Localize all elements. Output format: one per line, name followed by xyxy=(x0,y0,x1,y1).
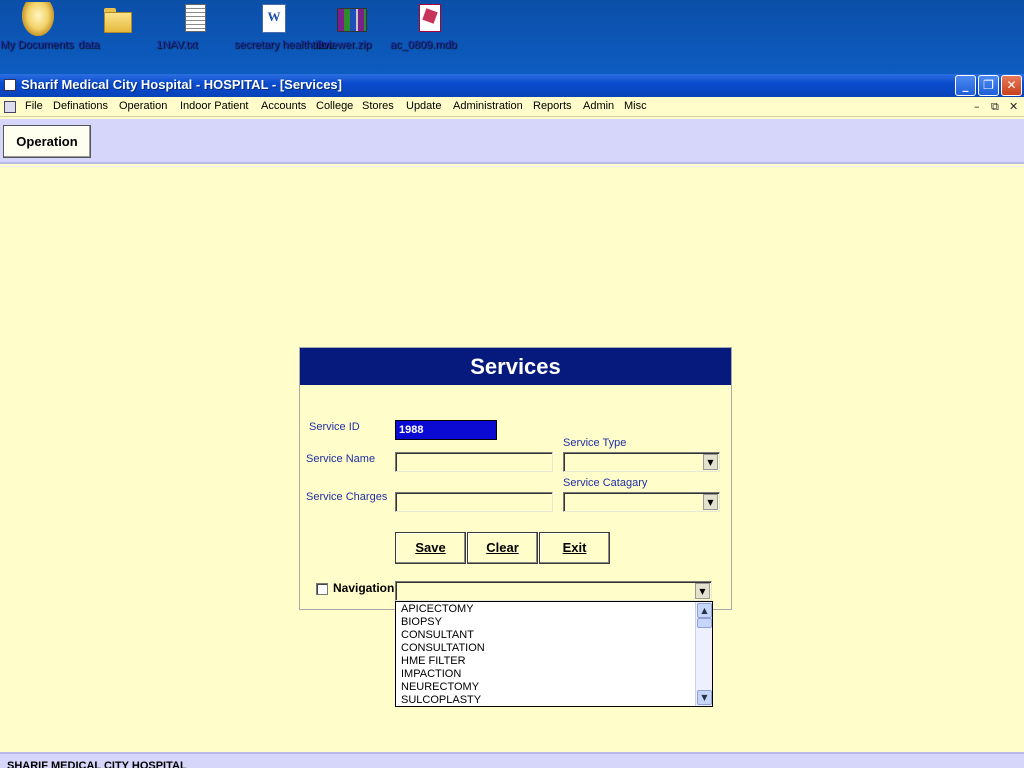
word-document-icon xyxy=(256,2,288,36)
menu-administration[interactable]: Administration xyxy=(453,100,523,112)
save-button-label: Save xyxy=(415,540,446,555)
list-item[interactable]: IMPACTION xyxy=(401,668,461,681)
status-text: SHARIF MEDICAL CITY HOSPITAL xyxy=(7,760,187,768)
form-title: Services xyxy=(300,348,731,385)
menu-reports[interactable]: Reports xyxy=(533,100,572,112)
save-button[interactable]: Save xyxy=(395,532,466,564)
service-id-field[interactable]: 1988 xyxy=(395,420,497,440)
service-charges-label: Service Charges xyxy=(306,491,388,503)
scrollbar-thumb[interactable] xyxy=(697,618,712,628)
service-type-select[interactable]: ▼ xyxy=(563,452,720,472)
chevron-down-icon[interactable]: ▼ xyxy=(695,583,710,599)
list-item[interactable]: BIOPSY xyxy=(401,616,442,629)
menu-definations[interactable]: Definations xyxy=(53,100,108,112)
clear-button-label: Clear xyxy=(486,540,519,555)
window-close-button[interactable]: ✕ xyxy=(1001,75,1022,96)
mdi-close-button[interactable]: ✕ xyxy=(1009,100,1018,113)
toolbar: Operation xyxy=(0,119,1024,164)
menu-operation[interactable]: Operation xyxy=(119,100,167,112)
service-category-label: Service Catagary xyxy=(563,477,648,489)
desktop-icon-label: data xyxy=(78,39,100,51)
desktop-icon-label: tiltviewer.zip xyxy=(312,39,372,51)
menu-accounts[interactable]: Accounts xyxy=(261,100,306,112)
menu-update[interactable]: Update xyxy=(406,100,441,112)
desktop-icon-label: My Documents xyxy=(0,39,74,51)
folder-icon xyxy=(100,2,132,36)
window-title: Sharif Medical City Hospital - HOSPITAL … xyxy=(21,77,342,92)
text-file-icon xyxy=(178,2,210,36)
desktop-icon-tiltviewer-zip[interactable]: tiltviewer.zip xyxy=(312,2,388,51)
navigation-checkbox[interactable] xyxy=(316,583,328,595)
chevron-down-icon[interactable]: ▼ xyxy=(703,454,718,470)
desktop-icon-secretary-health-doc[interactable]: secretary health.doc xyxy=(234,2,333,51)
service-category-select[interactable]: ▼ xyxy=(563,492,720,512)
desktop-icon-label: ac_0809.mdb xyxy=(390,39,457,51)
list-item[interactable]: CONSULTANT xyxy=(401,629,474,642)
list-item[interactable]: CONSULTATION xyxy=(401,642,485,655)
navigation-select[interactable]: ▼ xyxy=(395,581,712,601)
desktop: My Documents data 1NAV.txt secretary hea… xyxy=(0,0,1024,74)
app-icon[interactable] xyxy=(4,79,16,91)
service-name-label: Service Name xyxy=(306,453,376,465)
exit-button[interactable]: Exit xyxy=(539,532,610,564)
zip-archive-icon xyxy=(334,2,367,36)
exit-button-label: Exit xyxy=(562,540,587,555)
status-bar: SHARIF MEDICAL CITY HOSPITAL xyxy=(0,752,1024,768)
service-name-field[interactable] xyxy=(395,452,553,472)
scroll-down-icon[interactable]: ▼ xyxy=(697,690,712,705)
services-form: Services Service ID 1988 Service Type Se… xyxy=(299,347,732,610)
title-bar[interactable]: Sharif Medical City Hospital - HOSPITAL … xyxy=(0,74,1024,97)
desktop-icon-label: secretary health.doc xyxy=(234,39,334,51)
mdi-restore-button[interactable]: ⧉ xyxy=(991,100,999,114)
list-item[interactable]: SULCOPLASTY xyxy=(401,694,481,706)
dropdown-scrollbar[interactable]: ▲ ▼ xyxy=(695,602,712,706)
desktop-icon-ac-0809-mdb[interactable]: ac_0809.mdb xyxy=(390,2,466,51)
access-database-icon xyxy=(412,2,444,36)
document-icon[interactable] xyxy=(4,101,16,113)
scroll-up-icon[interactable]: ▲ xyxy=(697,603,712,618)
service-type-label: Service Type xyxy=(563,437,627,449)
menu-stores[interactable]: Stores xyxy=(362,100,394,112)
menu-college[interactable]: College xyxy=(316,100,353,112)
menu-file[interactable]: File xyxy=(25,100,43,112)
list-item[interactable]: APICECTOMY xyxy=(401,603,474,616)
my-documents-icon xyxy=(22,2,54,36)
window-restore-button[interactable]: ❐ xyxy=(978,75,999,96)
navigation-dropdown-list[interactable]: APICECTOMY BIOPSY CONSULTANT CONSULTATIO… xyxy=(395,601,713,707)
mdi-minimize-button[interactable]: – xyxy=(974,100,980,113)
desktop-icon-my-documents[interactable]: My Documents xyxy=(0,2,76,51)
menu-bar: File Definations Operation Indoor Patien… xyxy=(0,97,1024,117)
service-id-label: Service ID xyxy=(309,421,360,433)
menu-indoor-patient[interactable]: Indoor Patient xyxy=(180,100,249,112)
menu-misc[interactable]: Misc xyxy=(624,100,647,112)
clear-button[interactable]: Clear xyxy=(467,532,538,564)
desktop-icon-label: 1NAV.txt xyxy=(156,39,198,51)
desktop-icon-1nav-txt[interactable]: 1NAV.txt xyxy=(156,2,232,51)
service-charges-field[interactable] xyxy=(395,492,553,512)
list-item[interactable]: HME FILTER xyxy=(401,655,466,668)
operation-button[interactable]: Operation xyxy=(3,125,91,158)
list-item[interactable]: NEURECTOMY xyxy=(401,681,479,694)
application-window: Sharif Medical City Hospital - HOSPITAL … xyxy=(0,74,1024,768)
menu-admin[interactable]: Admin xyxy=(583,100,614,112)
chevron-down-icon[interactable]: ▼ xyxy=(703,494,718,510)
desktop-icon-data[interactable]: data xyxy=(78,2,154,51)
window-minimize-button[interactable]: _ xyxy=(955,75,976,96)
navigation-label: Navigation xyxy=(333,581,395,595)
